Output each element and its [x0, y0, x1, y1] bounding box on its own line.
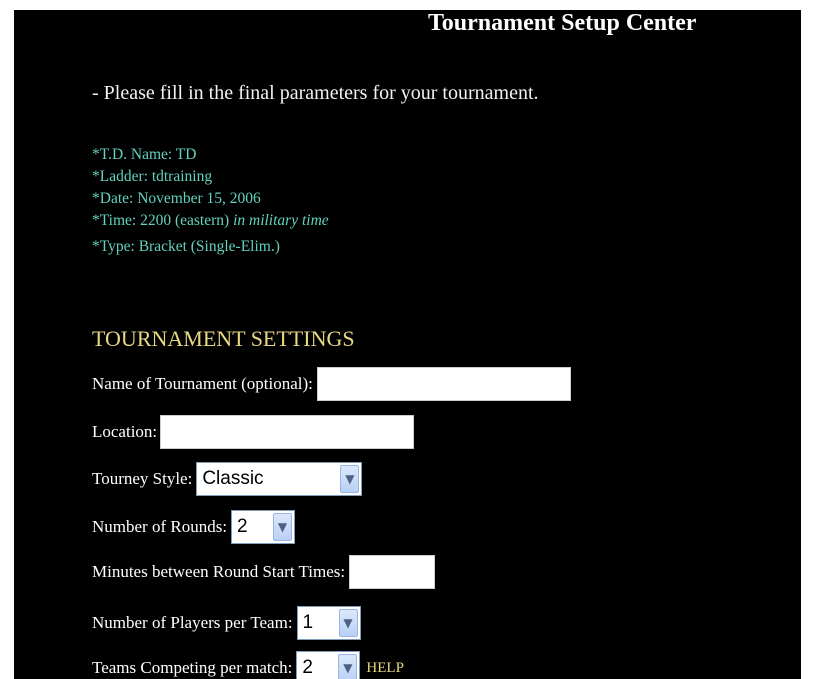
intro-text: - Please fill in the final parameters fo… [92, 82, 539, 104]
players-row: Number of Players per Team: 1 ▼ [92, 606, 361, 640]
rounds-label: Number of Rounds: [92, 517, 228, 536]
minutes-row: Minutes between Round Start Times: [92, 555, 436, 589]
tournament-name-label: Name of Tournament (optional): [92, 374, 313, 393]
location-row: Location: [92, 415, 415, 449]
time-line: *Time: 2200 (eastern) in military time [92, 210, 329, 232]
tournament-info: *T.D. Name: TD *Ladder: tdtraining *Date… [92, 144, 329, 258]
rounds-value: 2 [237, 516, 248, 537]
chevron-down-icon[interactable]: ▼ [338, 654, 358, 679]
tourney-style-value: Classic [202, 468, 264, 489]
teams-value: 2 [302, 657, 313, 678]
type-text: *Type: Bracket (Single-Elim.) [92, 238, 280, 255]
tourney-style-select[interactable]: Classic ▼ [196, 462, 363, 496]
tournament-name-input[interactable] [316, 367, 571, 401]
location-input[interactable] [160, 415, 415, 449]
tourney-style-label: Tourney Style: [92, 469, 193, 488]
tournament-name-row: Name of Tournament (optional): [92, 367, 571, 401]
chevron-down-icon[interactable]: ▼ [338, 609, 358, 637]
time-text: *Time: 2200 (eastern) [92, 212, 230, 229]
players-value: 1 [302, 612, 314, 633]
teams-label: Teams Competing per match: [92, 658, 293, 677]
page-title: Tournament Setup Center [428, 10, 697, 36]
minutes-input[interactable] [349, 555, 436, 589]
rounds-row: Number of Rounds: 2 ▼ [92, 510, 296, 544]
setup-panel: Tournament Setup Center - Please fill in… [14, 10, 801, 679]
ladder-text: *Ladder: tdtraining [92, 168, 213, 185]
teams-select[interactable]: 2 ▼ [296, 651, 361, 679]
settings-heading: TOURNAMENT SETTINGS [92, 326, 355, 351]
players-label: Number of Players per Team: [92, 613, 293, 632]
players-select[interactable]: 1 ▼ [296, 606, 361, 640]
td-name-text: *T.D. Name: TD [92, 146, 197, 163]
date-text: *Date: November 15, 2006 [92, 190, 261, 207]
teams-row: Teams Competing per match: 2 ▼ HELP [92, 651, 404, 679]
rounds-select[interactable]: 2 ▼ [231, 510, 296, 544]
help-link[interactable]: HELP [366, 660, 404, 677]
time-note: in military time [233, 212, 329, 229]
chevron-down-icon[interactable]: ▼ [340, 465, 360, 493]
minutes-label: Minutes between Round Start Times: [92, 562, 346, 581]
tourney-style-row: Tourney Style: Classic ▼ [92, 462, 363, 496]
chevron-down-icon[interactable]: ▼ [273, 513, 293, 541]
location-label: Location: [92, 422, 158, 441]
